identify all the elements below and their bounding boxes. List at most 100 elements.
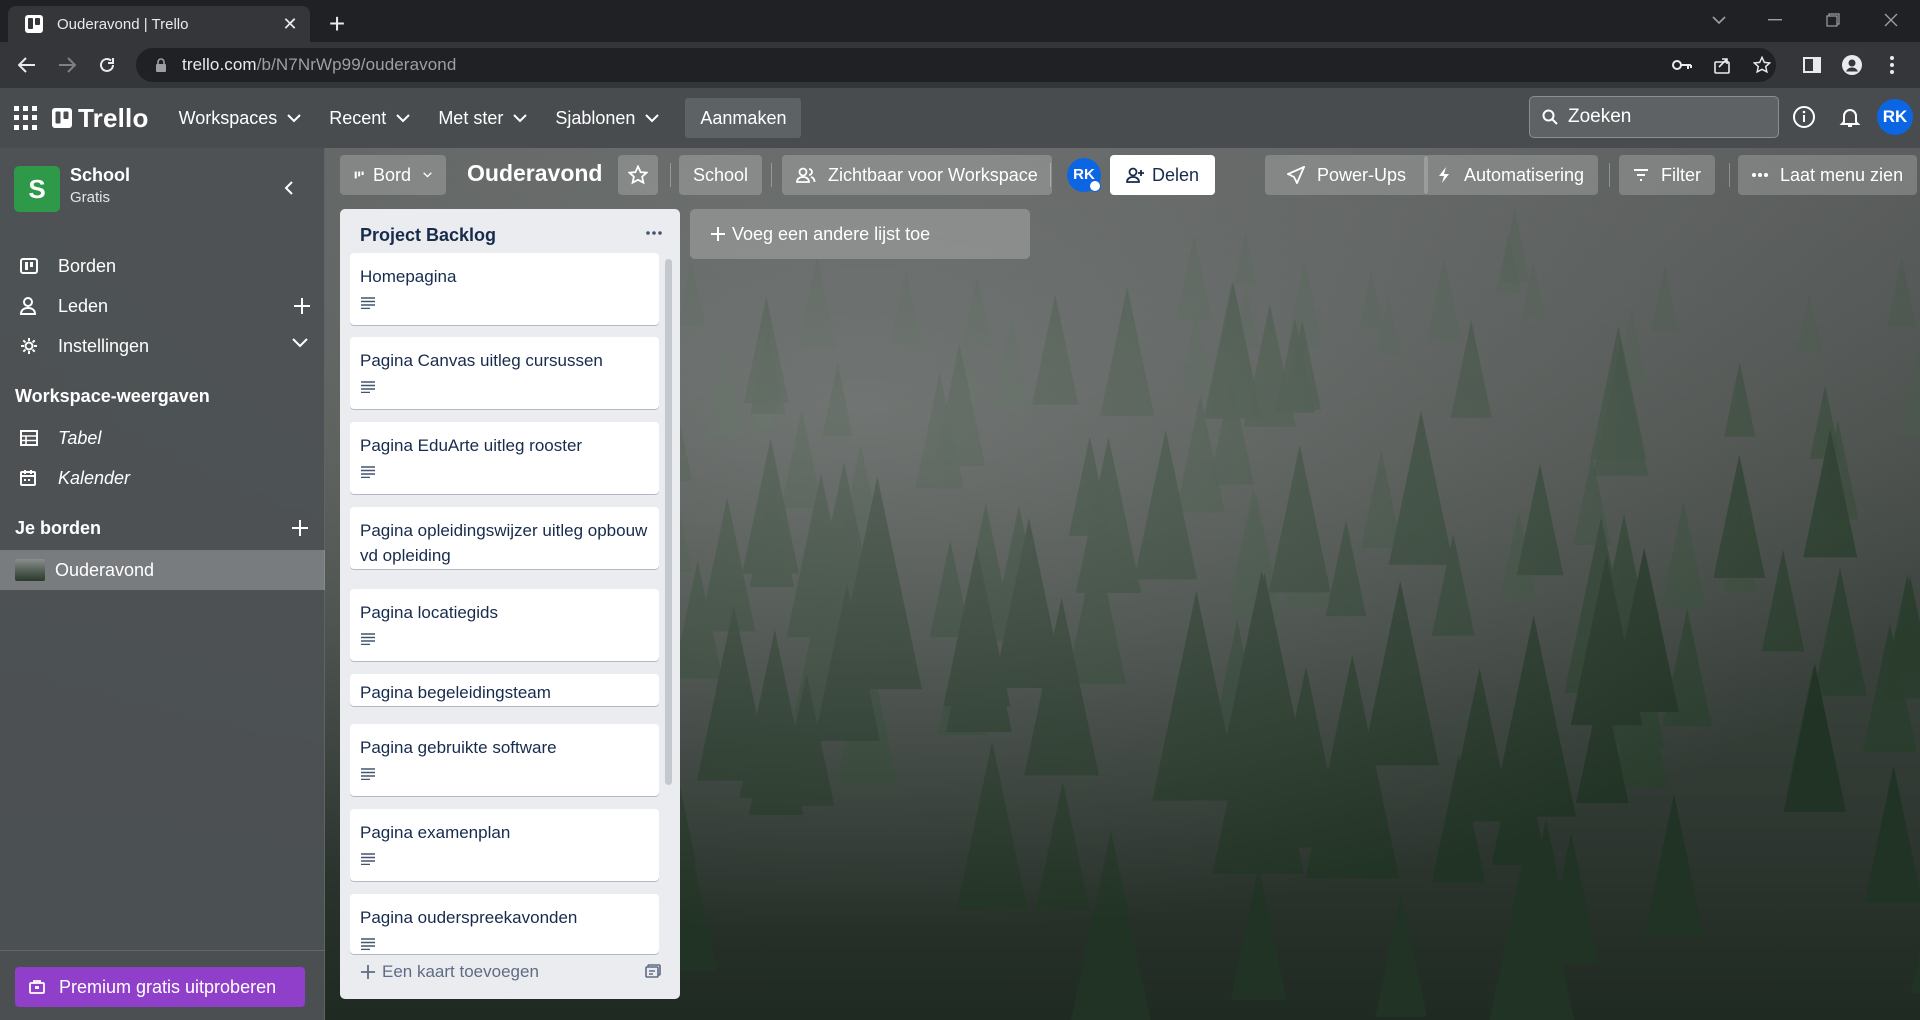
description-icon xyxy=(360,297,649,313)
workspace-plan: Gratis xyxy=(70,189,111,206)
app-switcher-icon[interactable] xyxy=(14,106,38,130)
user-avatar[interactable]: RK xyxy=(1877,99,1913,135)
notifications-bell-icon[interactable] xyxy=(1838,105,1862,129)
gear-icon xyxy=(20,337,42,355)
people-icon xyxy=(796,167,816,183)
share-button[interactable]: Delen xyxy=(1110,155,1216,195)
trello-wordmark: Trello xyxy=(78,102,149,133)
chevron-down-icon[interactable] xyxy=(292,338,310,354)
tab-search-icon[interactable] xyxy=(1692,0,1746,40)
plus-icon xyxy=(361,965,375,979)
workspace-name[interactable]: School xyxy=(70,165,130,186)
chevron-down-icon xyxy=(287,113,301,122)
automation-button[interactable]: Automatisering xyxy=(1424,155,1599,195)
side-panel-icon[interactable] xyxy=(1795,48,1829,82)
description-icon xyxy=(360,466,649,482)
forward-icon[interactable] xyxy=(50,48,84,82)
sidebar-item-boards[interactable]: Borden xyxy=(0,246,325,286)
card-title: Pagina Canvas uitleg cursussen xyxy=(360,351,603,370)
list-scrollbar[interactable] xyxy=(665,259,672,785)
browser-tab[interactable]: Ouderavond | Trello ✕ xyxy=(8,6,310,42)
profile-icon[interactable] xyxy=(1835,48,1869,82)
url-text: trello.com/b/N7NrWp99/ouderavond xyxy=(182,55,457,74)
minimize-icon[interactable] xyxy=(1748,0,1802,40)
add-list-button[interactable]: Voeg een andere lijst toe xyxy=(690,209,1030,259)
sidebar-item-settings[interactable]: Instellingen xyxy=(0,326,325,366)
header-divider xyxy=(771,163,772,187)
chevron-down-icon xyxy=(645,113,660,122)
header-divider xyxy=(670,163,671,187)
collapse-sidebar-icon[interactable] xyxy=(276,176,300,200)
new-tab-button[interactable]: + xyxy=(320,8,354,42)
add-card-button[interactable]: Een kaart toevoegen xyxy=(360,962,539,982)
card[interactable]: Pagina gebruikte software xyxy=(350,724,659,796)
search-icon xyxy=(1542,109,1558,125)
board-view-switcher[interactable]: Bord xyxy=(340,155,446,195)
star-board-button[interactable] xyxy=(618,155,658,195)
power-ups-button[interactable]: Power-Ups xyxy=(1265,155,1429,195)
nav-templates[interactable]: Sjablonen xyxy=(545,98,669,138)
more-dots-icon xyxy=(1752,173,1768,177)
bookmark-star-icon[interactable] xyxy=(1745,48,1779,82)
card[interactable]: Homepagina xyxy=(350,253,659,325)
nav-recent[interactable]: Recent xyxy=(319,98,420,138)
card-title: Pagina begeleidingsteam xyxy=(360,683,551,702)
back-icon[interactable] xyxy=(10,48,44,82)
your-boards-heading: Je borden xyxy=(15,518,102,538)
info-icon[interactable] xyxy=(1792,105,1816,129)
create-button[interactable]: Aanmaken xyxy=(685,98,802,138)
card[interactable]: Pagina ouderspreekavonden xyxy=(350,894,659,954)
card[interactable]: Pagina begeleidingsteam xyxy=(350,674,659,706)
close-window-icon[interactable] xyxy=(1864,0,1918,40)
card[interactable]: Pagina locatiegids xyxy=(350,589,659,661)
browser-menu-icon[interactable] xyxy=(1875,48,1909,82)
trello-logo[interactable]: Trello xyxy=(52,103,149,134)
person-icon xyxy=(20,297,42,315)
list-title[interactable]: Project Backlog xyxy=(360,225,496,246)
try-premium-button[interactable]: Premium gratis uitproberen xyxy=(15,967,305,1007)
filter-button[interactable]: Filter xyxy=(1619,155,1715,195)
sidebar-item-table[interactable]: Tabel xyxy=(0,418,325,458)
list-menu-icon[interactable] xyxy=(646,231,666,239)
card[interactable]: Pagina opleidingswijzer uitleg opbouw vd… xyxy=(350,507,659,569)
chevron-down-icon xyxy=(513,113,528,122)
star-icon xyxy=(628,165,648,185)
browser-toolbar: trello.com/b/N7NrWp99/ouderavond xyxy=(0,42,1920,88)
trello-logo-icon xyxy=(52,108,72,128)
close-tab-icon[interactable]: ✕ xyxy=(280,14,300,34)
workspace-sidebar: S School Gratis Borden Leden Instellinge… xyxy=(0,148,325,1020)
header-divider xyxy=(1609,163,1610,187)
share-page-icon[interactable] xyxy=(1705,48,1739,82)
create-from-template-icon[interactable] xyxy=(645,964,663,980)
header-divider xyxy=(1729,163,1730,187)
search-input[interactable]: Zoeken xyxy=(1529,96,1779,138)
show-menu-button[interactable]: Laat menu zien xyxy=(1738,155,1918,195)
nav-workspaces[interactable]: Workspaces xyxy=(169,98,312,138)
card-title: Pagina EduArte uitleg rooster xyxy=(360,436,583,455)
card[interactable]: Pagina examenplan xyxy=(350,809,659,881)
plus-icon xyxy=(711,227,725,241)
password-key-icon[interactable] xyxy=(1665,48,1699,82)
card-title: Pagina gebruikte software xyxy=(360,738,557,757)
card[interactable]: Pagina Canvas uitleg cursussen xyxy=(350,337,659,409)
card-title: Pagina ouderspreekavonden xyxy=(360,908,578,927)
list-project-backlog: Project Backlog Homepagina Pagina Canvas … xyxy=(340,209,680,999)
sidebar-board-ouderavond[interactable]: Ouderavond xyxy=(0,550,325,590)
reload-icon[interactable] xyxy=(90,48,124,82)
workspace-button[interactable]: School xyxy=(679,155,763,195)
card[interactable]: Pagina EduArte uitleg rooster xyxy=(350,422,659,494)
card-title: Pagina locatiegids xyxy=(360,603,498,622)
visibility-button[interactable]: Zichtbaar voor Workspace xyxy=(782,155,1052,195)
board-view-icon xyxy=(354,171,364,179)
nav-starred[interactable]: Met ster xyxy=(428,98,537,138)
address-bar[interactable]: trello.com/b/N7NrWp99/ouderavond xyxy=(136,48,1776,82)
add-member-icon[interactable] xyxy=(292,296,312,316)
sidebar-divider xyxy=(0,950,325,951)
sidebar-item-members[interactable]: Leden xyxy=(0,286,325,326)
sidebar-item-calendar[interactable]: Kalender xyxy=(0,458,325,498)
add-board-icon[interactable] xyxy=(290,518,310,538)
workspace-views-heading: Workspace-weergaven xyxy=(15,386,210,406)
restore-icon[interactable] xyxy=(1806,0,1860,40)
board-title[interactable]: Ouderavond xyxy=(467,160,602,187)
description-icon xyxy=(360,853,649,869)
